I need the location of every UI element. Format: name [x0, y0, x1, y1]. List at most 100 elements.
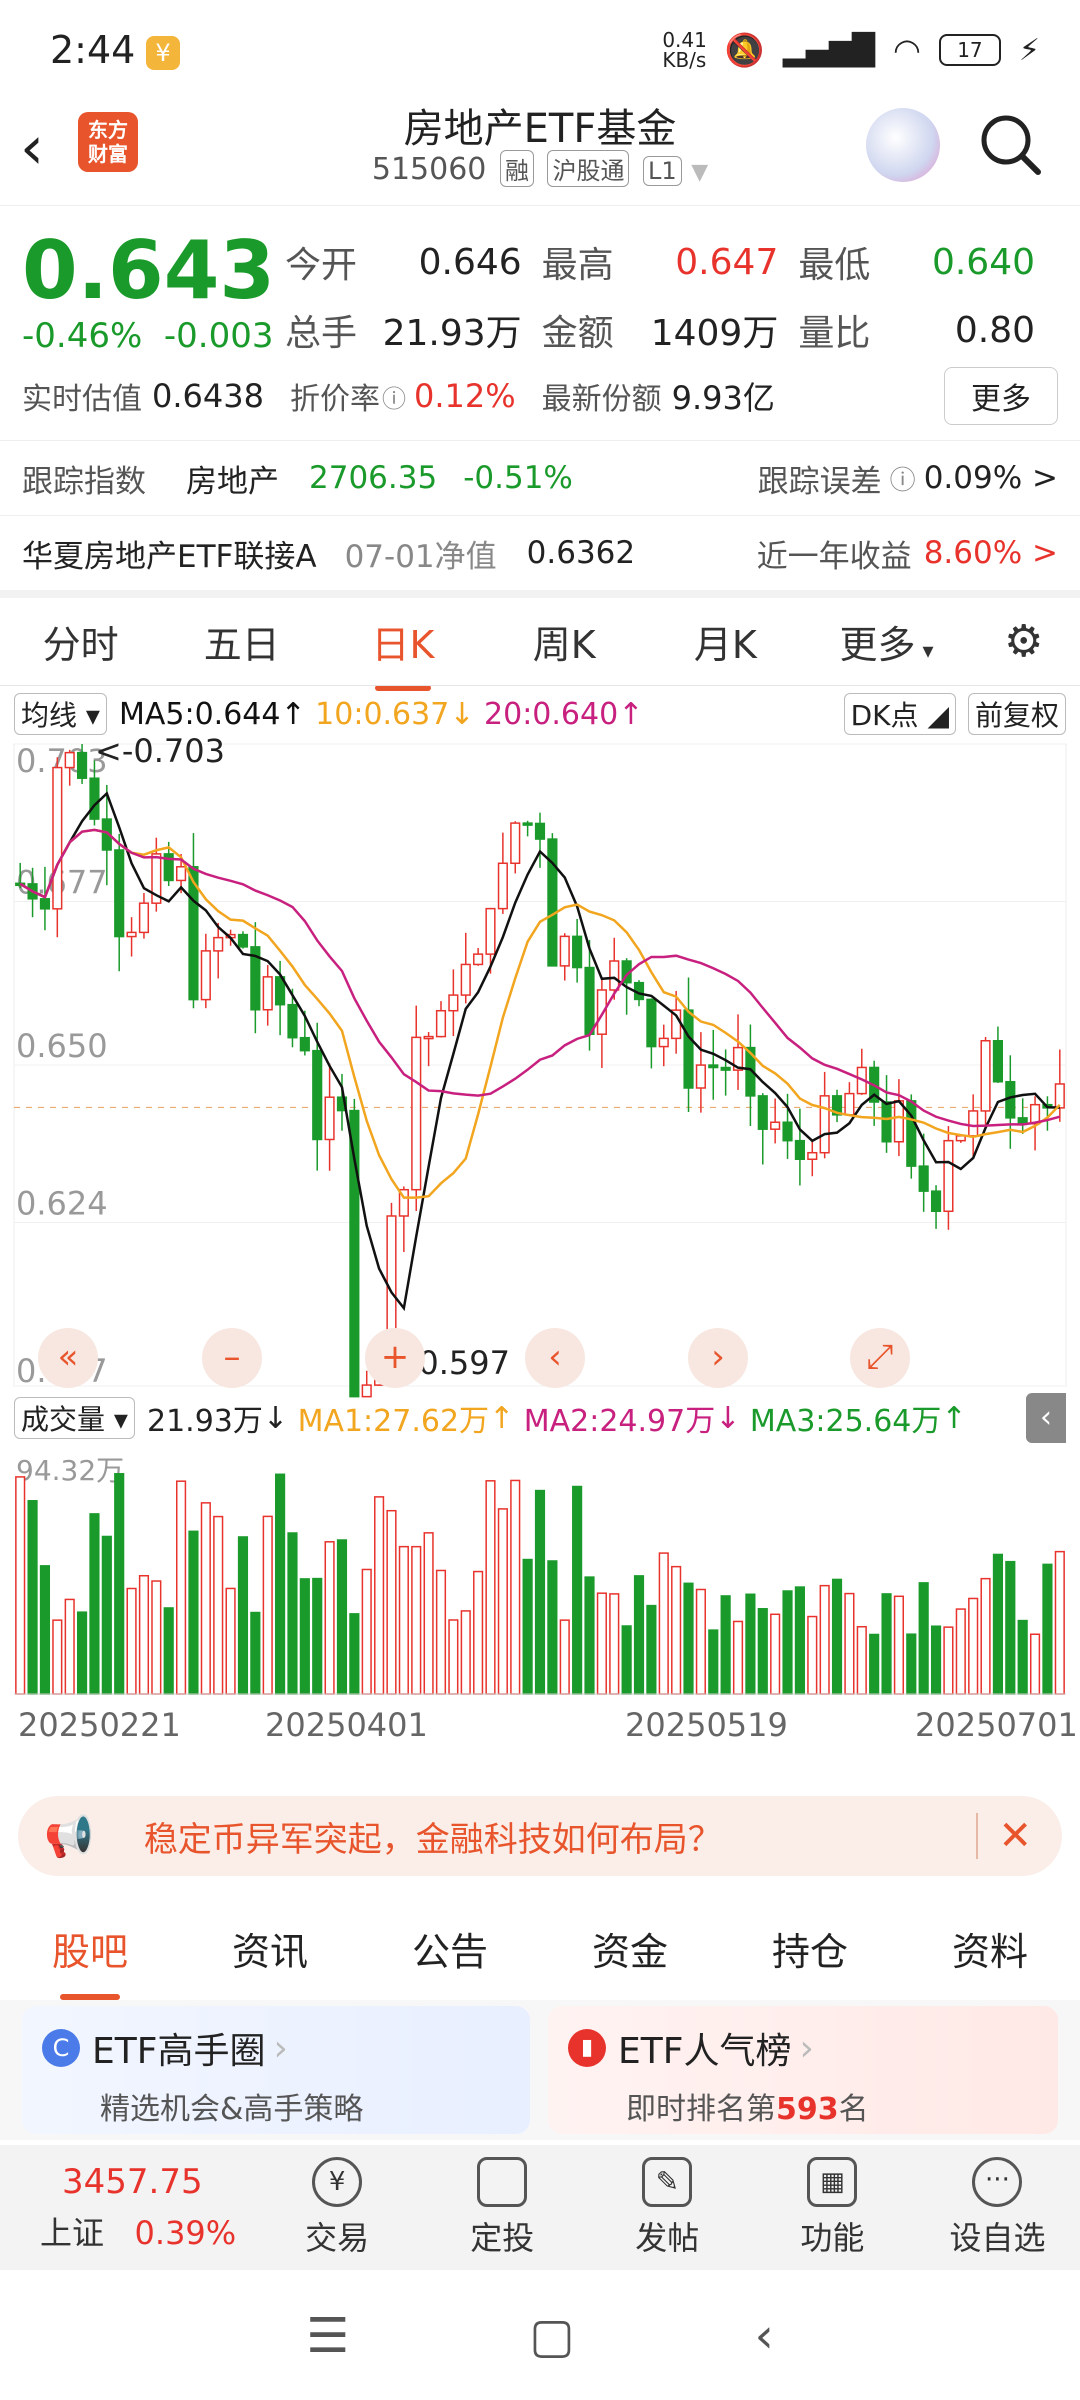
add-watchlist-button[interactable]: ··· 设自选 — [915, 2156, 1080, 2259]
candle — [522, 822, 533, 826]
etf-rank-card[interactable]: ▮ ETF人气榜 › 即时排名第593名 — [548, 2006, 1058, 2134]
volume-bar — [126, 1587, 137, 1695]
candle — [572, 935, 583, 969]
tab-intraday[interactable]: 分时 — [0, 614, 161, 669]
menu-icon[interactable]: ☰ — [306, 2308, 349, 2364]
volume-bar — [572, 1485, 583, 1695]
etf-master-card[interactable]: C ETF高手圈 › 精选机会&高手策略 — [22, 2006, 530, 2134]
bar-chart-icon: ▮ — [568, 2029, 606, 2067]
discount-value: 0.12% — [413, 377, 516, 415]
tab-guba[interactable]: 股吧 — [0, 1921, 180, 2000]
volume-bar — [262, 1515, 273, 1695]
candle — [720, 1066, 731, 1071]
tab-news[interactable]: 资讯 — [180, 1921, 360, 1976]
news-banner[interactable]: 📢 稳定币异军突起，金融科技如何布局？ ✕ — [18, 1796, 1062, 1876]
chart-control-icon: – — [224, 1337, 241, 1377]
vol-ma2: MA2:24.97万 — [523, 1404, 716, 1439]
volume-bar — [398, 1545, 409, 1695]
banner-text: 稳定币异军突起，金融科技如何布局？ — [143, 1819, 722, 1860]
system-nav-bar: ☰ ▢ ‹ — [0, 2272, 1080, 2400]
tab-more-label: 更多 — [839, 623, 916, 667]
more-dots-icon: ··· — [972, 2156, 1023, 2207]
kline-chart-area[interactable]: 均线 ▾ MA5:0.644 ↑ 10:0.637 ↓ 20:0.640 ↑ DK点 … — [0, 685, 1080, 1775]
vol-ma1: MA1:27.62万 — [297, 1404, 490, 1439]
card2-suffix: 名 — [838, 2092, 869, 2127]
volume-bar — [386, 1509, 397, 1695]
linked-nav-label: 07-01净值 — [344, 538, 497, 575]
tab-info[interactable]: 资料 — [900, 1921, 1080, 1976]
back-nav-icon[interactable]: ‹ — [755, 2308, 774, 2364]
trade-button[interactable]: ¥ 交易 — [255, 2156, 420, 2259]
volume-bar — [64, 1598, 75, 1695]
candle — [237, 933, 249, 948]
search-icon[interactable] — [976, 110, 1046, 180]
volume-bar — [708, 1629, 719, 1695]
functions-button[interactable]: ▦ 功能 — [750, 2156, 915, 2259]
volume-bar — [918, 1582, 929, 1695]
candle — [943, 1139, 954, 1213]
volume-bar — [819, 1584, 830, 1695]
open-value: 0.646 — [418, 241, 522, 283]
post-label: 发帖 — [635, 2218, 700, 2257]
candle — [299, 1036, 310, 1052]
chevron-right-icon: › — [799, 2027, 814, 2069]
collapse-panel-icon[interactable]: ‹ — [1026, 1393, 1066, 1443]
volume-bar — [943, 1626, 954, 1695]
volume-bar — [794, 1586, 805, 1695]
battery-icon: 17 — [938, 34, 1001, 66]
volume-select[interactable]: 成交量 ▾ — [14, 1397, 135, 1439]
help-icon[interactable]: ⓘ — [890, 460, 916, 497]
clock: 2:44 — [50, 28, 136, 72]
tab-weekly-k[interactable]: 周K — [484, 614, 645, 669]
volume-bar — [52, 1619, 63, 1695]
volume-bar — [906, 1633, 917, 1695]
linked-fund-row[interactable]: 华夏房地产ETF联接A 07-01净值 0.6362 近一年收益 8.60% > — [0, 515, 1080, 590]
volume-bar — [411, 1545, 422, 1695]
fixed-invest-button[interactable]: 定投 — [420, 2156, 585, 2259]
tab-notice[interactable]: 公告 — [360, 1921, 540, 1976]
tab-holdings[interactable]: 持仓 — [720, 1921, 900, 1976]
volume-bar — [732, 1620, 744, 1695]
volume-bar — [807, 1615, 818, 1695]
volume-bar — [683, 1582, 694, 1695]
volume-bar — [324, 1541, 335, 1695]
candle — [646, 998, 657, 1048]
volume-bar — [213, 1515, 224, 1695]
volume-bar — [633, 1575, 645, 1695]
candle — [596, 989, 607, 1035]
tab-5day[interactable]: 五日 — [161, 614, 322, 669]
volume-bar — [76, 1611, 88, 1695]
volume-bar — [361, 1568, 372, 1695]
close-icon[interactable]: ✕ — [976, 1813, 1032, 1859]
settings-gear-icon[interactable]: ⚙ — [967, 616, 1080, 667]
volume-bar — [930, 1625, 942, 1695]
market-index-widget[interactable]: 3457.75 上证 0.39% — [0, 2162, 255, 2254]
candle — [881, 1101, 892, 1143]
volume-select-label: 成交量 — [21, 1403, 106, 1436]
info-icon[interactable]: ⓘ — [382, 379, 406, 414]
track-err-label: 跟踪误差 — [757, 463, 882, 500]
candle — [262, 976, 273, 1011]
linked-name: 华夏房地产ETF联接A — [22, 538, 317, 575]
discount-label: 折价率 — [289, 382, 380, 417]
volume-bar — [955, 1608, 966, 1695]
est-label: 实时估值 — [22, 382, 142, 417]
functions-label: 功能 — [800, 2218, 865, 2257]
change-pct: -0.46% — [22, 316, 143, 356]
tab-more[interactable]: 更多 ▾ — [806, 614, 967, 669]
tracking-index-row[interactable]: 跟踪指数 房地产 2706.35 -0.51% 跟踪误差 ⓘ 0.09% > — [0, 440, 1080, 515]
more-button[interactable]: 更多 — [944, 367, 1058, 425]
tab-funds[interactable]: 资金 — [540, 1921, 720, 1976]
signal-icon: ▂▄▆█ — [782, 32, 875, 68]
candle — [485, 907, 496, 955]
tab-daily-k[interactable]: 日K — [322, 614, 483, 691]
volume-bar — [460, 1610, 471, 1695]
assistant-avatar-icon[interactable] — [866, 108, 940, 182]
volume-bar — [1029, 1633, 1041, 1695]
chevron-down-icon[interactable]: ▼ — [691, 160, 708, 185]
current-price: 0.643 — [22, 224, 276, 317]
volume-value: 21.93万 — [382, 313, 522, 354]
tab-monthly-k[interactable]: 月K — [645, 614, 806, 669]
post-button[interactable]: ✎ 发帖 — [585, 2156, 750, 2259]
home-icon[interactable]: ▢ — [529, 2308, 574, 2364]
